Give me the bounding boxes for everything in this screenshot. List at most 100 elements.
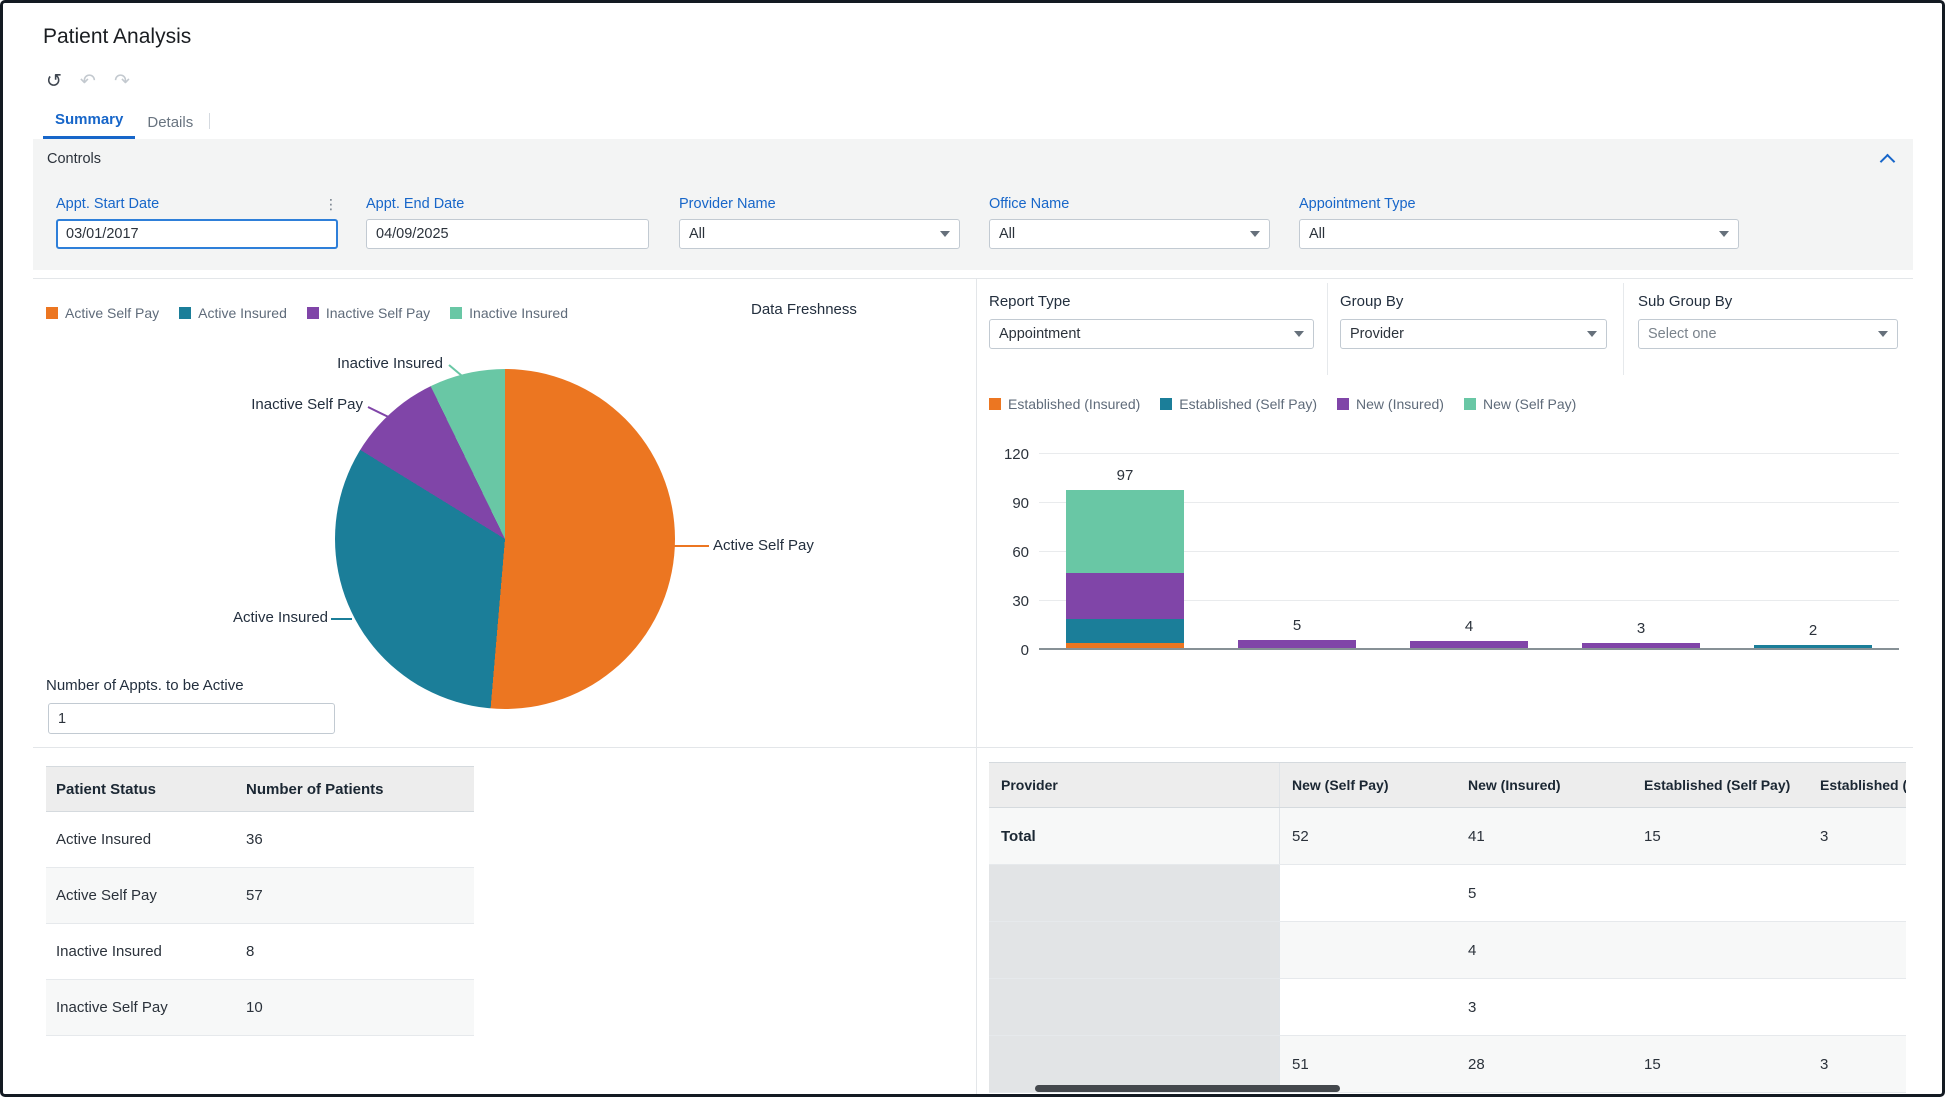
table-header: Provider New (Self Pay) New (Insured) Es… — [989, 762, 1906, 808]
filter-label: Appt. Start Date — [56, 196, 159, 212]
provider-name-filter: Provider Name All — [679, 195, 960, 249]
bar-segment[interactable] — [1066, 490, 1184, 573]
bar-plot: 975432 — [1039, 454, 1899, 650]
horizontal-scrollbar-thumb[interactable] — [1035, 1085, 1340, 1092]
provider-name-select[interactable]: All — [679, 219, 960, 249]
chevron-up-icon[interactable] — [1880, 154, 1896, 170]
legend-item[interactable]: Established (Insured) — [989, 396, 1140, 412]
controls-panel: Controls Appt. Start Date ⋮ Appt. End Da… — [33, 139, 1913, 270]
legend-item[interactable]: Inactive Self Pay — [307, 305, 430, 321]
y-tick-label: 0 — [1021, 642, 1029, 659]
column-header: Patient Status — [46, 767, 236, 811]
pie-chart[interactable] — [335, 369, 675, 709]
select-value: Appointment — [999, 326, 1080, 342]
legend-item[interactable]: Active Self Pay — [46, 305, 159, 321]
filter-menu-icon[interactable]: ⋮ — [324, 196, 338, 213]
legend-label: Active Insured — [198, 305, 287, 321]
app-window: Patient Analysis ↺ ↶ ↷ Summary Details C… — [0, 0, 1945, 1097]
bar-column[interactable] — [1238, 640, 1356, 648]
appointment-type-select[interactable]: All — [1299, 219, 1739, 249]
pie-label-active-self-pay: Active Self Pay — [713, 537, 814, 554]
bar-column[interactable] — [1582, 643, 1700, 648]
bar-segment[interactable] — [1410, 641, 1528, 648]
sub-group-by-select[interactable]: Select one — [1638, 319, 1898, 349]
bar-segment[interactable] — [1066, 619, 1184, 644]
redacted-provider-cell — [989, 979, 1280, 1035]
appts-active-input[interactable] — [48, 703, 335, 734]
legend-item[interactable]: Inactive Insured — [450, 305, 568, 321]
appts-active-label: Number of Appts. to be Active — [46, 677, 244, 694]
legend-item[interactable]: New (Insured) — [1337, 396, 1444, 412]
table-cell: Inactive Self Pay — [46, 980, 236, 1035]
tab-details[interactable]: Details — [135, 108, 205, 139]
chevron-down-icon — [940, 231, 950, 237]
legend-swatch — [1464, 398, 1476, 410]
legend-item[interactable]: Active Insured — [179, 305, 287, 321]
filter-label: Appt. End Date — [366, 196, 464, 212]
legend-label: Inactive Insured — [469, 305, 568, 321]
legend-swatch — [450, 307, 462, 319]
legend-label: New (Insured) — [1356, 396, 1444, 412]
tab-summary[interactable]: Summary — [43, 105, 135, 139]
provider-cell: Total — [989, 808, 1280, 864]
table-cell: 10 — [236, 980, 474, 1035]
group-by-select[interactable]: Provider — [1340, 319, 1607, 349]
table-row: 3 — [989, 979, 1906, 1036]
bar-segment[interactable] — [1238, 640, 1356, 648]
bar-segment[interactable] — [1066, 573, 1184, 619]
chevron-down-icon — [1719, 231, 1729, 237]
bar-total-label: 3 — [1582, 620, 1700, 637]
select-value: All — [689, 226, 705, 242]
legend-label: Established (Self Pay) — [1179, 396, 1317, 412]
table-cell: 51 — [1280, 1036, 1456, 1092]
table-row: Inactive Self Pay10 — [46, 980, 474, 1036]
legend-item[interactable]: Established (Self Pay) — [1160, 396, 1317, 412]
legend-swatch — [46, 307, 58, 319]
office-name-select[interactable]: All — [989, 219, 1270, 249]
bar-column[interactable] — [1754, 645, 1872, 648]
bar-column[interactable] — [1066, 490, 1184, 648]
table-row: 4 — [989, 922, 1906, 979]
legend-label: Active Self Pay — [65, 305, 159, 321]
legend-item[interactable]: New (Self Pay) — [1464, 396, 1576, 412]
sub-group-by-label: Sub Group By — [1638, 293, 1898, 310]
table-cell — [1808, 865, 1906, 921]
table-cell: 4 — [1456, 922, 1632, 978]
toolbar: ↺ ↶ ↷ — [41, 69, 135, 95]
redo-icon[interactable]: ↷ — [109, 69, 135, 95]
appt-end-date-input[interactable] — [366, 219, 649, 249]
pie-legend: Active Self Pay Active Insured Inactive … — [46, 305, 568, 321]
select-value: All — [999, 226, 1015, 242]
legend-swatch — [179, 307, 191, 319]
bar-column[interactable] — [1410, 641, 1528, 648]
appointment-type-filter: Appointment Type All — [1299, 195, 1739, 249]
table-cell: 3 — [1808, 808, 1906, 864]
divider — [1623, 283, 1624, 375]
bar-total-label: 97 — [1066, 467, 1184, 484]
patient-status-pie-panel: Active Self Pay Active Insured Inactive … — [33, 279, 976, 747]
table-cell: 41 — [1456, 808, 1632, 864]
patient-status-table-body: Active Insured36Active Self Pay57Inactiv… — [46, 812, 474, 1036]
table-cell — [1632, 922, 1808, 978]
report-type-select[interactable]: Appointment — [989, 319, 1314, 349]
office-name-filter: Office Name All — [989, 195, 1270, 249]
redacted-provider-cell — [989, 1036, 1280, 1092]
bar-legend: Established (Insured) Established (Self … — [989, 396, 1576, 412]
reset-icon[interactable]: ↺ — [41, 69, 67, 95]
data-freshness-title: Data Freshness — [751, 301, 857, 318]
table-cell: 57 — [236, 868, 474, 923]
tab-bar: Summary Details — [43, 105, 214, 139]
bar-segment[interactable] — [1754, 645, 1872, 648]
pie-callout-line — [331, 618, 352, 620]
bar-segment[interactable] — [1066, 643, 1184, 648]
legend-swatch — [1337, 398, 1349, 410]
appt-start-date-input[interactable] — [56, 219, 338, 249]
undo-icon[interactable]: ↶ — [75, 69, 101, 95]
table-cell — [1280, 979, 1456, 1035]
provider-table-body: Total52411535435128153 — [989, 808, 1906, 1093]
bar-segment[interactable] — [1582, 643, 1700, 648]
column-header: Provider — [989, 763, 1280, 807]
redacted-provider-cell — [989, 922, 1280, 978]
table-cell: Inactive Insured — [46, 924, 236, 979]
column-header: New (Insured) — [1456, 763, 1632, 807]
